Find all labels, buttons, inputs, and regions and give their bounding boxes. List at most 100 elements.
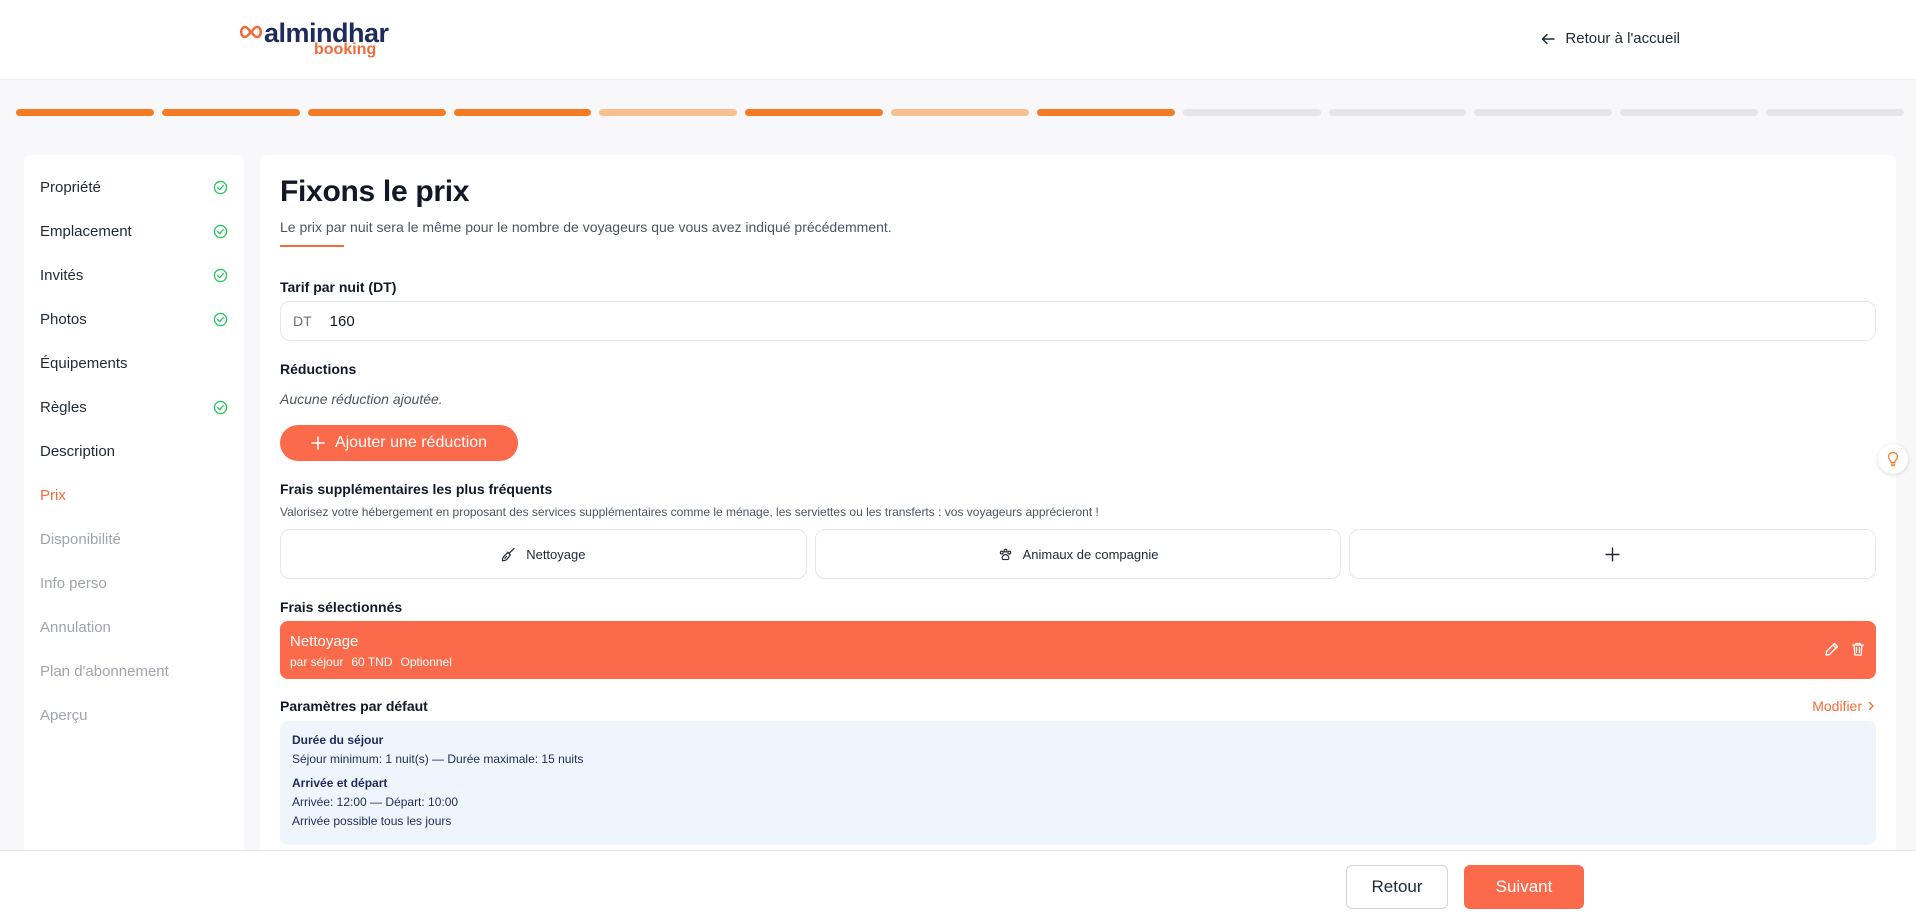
fee-card-pets[interactable]: Animaux de compagnie (814, 529, 1342, 579)
checkin-title: Arrivée et départ (292, 776, 388, 790)
steps-sidebar: Propriété Emplacement Invités Photos Équipem… (24, 155, 244, 855)
selected-fee-item: Nettoyage par séjour 60 TND Optionnel (280, 621, 1876, 679)
sidebar-item-label: Disponibilité (40, 530, 121, 548)
plus-icon (311, 436, 325, 450)
fees-label: Frais supplémentaires les plus fréquents (280, 481, 553, 497)
modify-defaults-label: Modifier (1812, 698, 1862, 714)
lightbulb-icon (1887, 451, 1899, 467)
selected-fee-type: Optionnel (400, 655, 452, 669)
back-button[interactable]: Retour (1346, 865, 1448, 909)
sidebar-item-0[interactable]: Propriété (24, 165, 244, 209)
page-title: Fixons le prix (280, 175, 470, 208)
modify-defaults-link[interactable]: Modifier (1812, 698, 1876, 714)
add-reduction-button[interactable]: Ajouter une réduction (280, 425, 518, 461)
selected-fee-actions (1824, 641, 1866, 657)
sidebar-item-7[interactable]: Prix (24, 473, 244, 517)
footer-bar: Retour Suivant (0, 850, 1916, 918)
brand-logo[interactable]: almindhar booking (238, 18, 389, 60)
price-step-panel: Fixons le prix Le prix par nuit sera le … (260, 155, 1896, 855)
trash-icon (1851, 642, 1865, 656)
edit-fee-button[interactable] (1824, 641, 1840, 657)
brand-subname: booking (314, 41, 377, 58)
currency-prefix: DT (293, 313, 312, 329)
pencil-icon (1825, 642, 1839, 656)
plus-icon (1605, 546, 1620, 562)
sidebar-item-10[interactable]: Annulation (24, 605, 244, 649)
progress-segment (599, 109, 738, 116)
progress-segment (1328, 109, 1467, 116)
check-circle-icon (213, 180, 228, 195)
progress-segment (1182, 109, 1321, 116)
back-home-label: Retour à l'accueil (1565, 30, 1680, 47)
selected-fee-amount: 60 TND (351, 655, 393, 669)
check-circle-icon (213, 224, 228, 239)
delete-fee-button[interactable] (1850, 641, 1866, 657)
add-reduction-label: Ajouter une réduction (334, 434, 488, 451)
progress-segment (1474, 109, 1613, 116)
sidebar-item-5[interactable]: Règles (24, 385, 244, 429)
sidebar-item-label: Propriété (40, 178, 101, 196)
next-button[interactable]: Suivant (1464, 865, 1584, 909)
progress-segment (307, 109, 446, 116)
sidebar-item-2[interactable]: Invités (24, 253, 244, 297)
sidebar-item-11[interactable]: Plan d'abonnement (24, 649, 244, 693)
sidebar-item-label: Description (40, 442, 116, 460)
top-header: almindhar booking Retour à l'accueil (0, 0, 1916, 80)
fee-cards: Nettoyage Animaux de compagnie (280, 529, 1877, 579)
stay-duration-title: Durée du séjour (292, 733, 384, 747)
infinity-logo-icon (239, 25, 263, 39)
fee-card-cleaning-label: Nettoyage (526, 546, 586, 562)
price-field[interactable]: DT (280, 301, 1876, 341)
price-input[interactable] (329, 312, 1730, 330)
progress-segment (453, 109, 592, 116)
sidebar-item-label: Aperçu (40, 706, 88, 724)
selected-fees-label: Frais sélectionnés (280, 599, 403, 615)
paw-icon (999, 548, 1011, 560)
broom-icon (502, 547, 515, 561)
page-subtitle: Le prix par nuit sera le même pour le no… (280, 219, 892, 235)
arrow-left-icon (1542, 33, 1556, 44)
sidebar-item-9[interactable]: Info perso (24, 561, 244, 605)
sidebar-item-6[interactable]: Description (24, 429, 244, 473)
progress-segment (745, 109, 884, 116)
selected-fee-frequency: par séjour (290, 655, 344, 669)
fee-card-cleaning[interactable]: Nettoyage (280, 529, 807, 579)
sidebar-item-label: Prix (40, 486, 66, 504)
selected-fee-name: Nettoyage (290, 633, 359, 650)
sidebar-item-label: Emplacement (40, 222, 132, 240)
sidebar-item-4[interactable]: Équipements (24, 341, 244, 385)
checkin-line: Arrivée: 12:00 — Départ: 10:00 (292, 795, 459, 809)
reductions-label: Réductions (280, 361, 357, 377)
back-home-link[interactable]: Retour à l'accueil (1541, 30, 1680, 47)
check-circle-icon (213, 268, 228, 283)
sidebar-item-12[interactable]: Aperçu (24, 693, 244, 737)
progress-segment (1036, 109, 1175, 116)
sidebar-item-label: Annulation (40, 618, 111, 636)
sidebar-item-label: Photos (40, 310, 87, 328)
fee-card-add[interactable] (1349, 529, 1877, 579)
sidebar-item-label: Règles (40, 398, 87, 416)
selected-fee-meta: par séjour 60 TND Optionnel (290, 655, 452, 669)
tips-button[interactable] (1878, 444, 1908, 474)
defaults-label: Paramètres par défaut (280, 698, 428, 714)
defaults-summary: Durée du séjour Séjour minimum: 1 nuit(s… (280, 721, 1876, 845)
title-underline (280, 245, 344, 247)
checkin-days-line: Arrivée possible tous les jours (292, 814, 452, 828)
check-circle-icon (213, 400, 228, 415)
sidebar-item-label: Plan d'abonnement (40, 662, 169, 680)
sidebar-item-label: Info perso (40, 574, 107, 592)
progress-segment (161, 109, 300, 116)
sidebar-item-8[interactable]: Disponibilité (24, 517, 244, 561)
sidebar-item-label: Équipements (40, 354, 128, 372)
stay-duration-line: Séjour minimum: 1 nuit(s) — Durée maxima… (292, 752, 584, 766)
progress-segment (16, 109, 154, 116)
price-label: Tarif par nuit (DT) (280, 279, 397, 295)
sidebar-item-1[interactable]: Emplacement (24, 209, 244, 253)
sidebar-item-3[interactable]: Photos (24, 297, 244, 341)
fee-card-pets-label: Animaux de compagnie (1022, 546, 1159, 562)
step-progress-bar (16, 109, 1904, 116)
reductions-empty-note: Aucune réduction ajoutée. (280, 391, 443, 407)
fees-help-text: Valorisez votre hébergement en proposant… (280, 505, 1099, 519)
progress-segment (891, 109, 1029, 116)
progress-segment (1766, 109, 1904, 116)
